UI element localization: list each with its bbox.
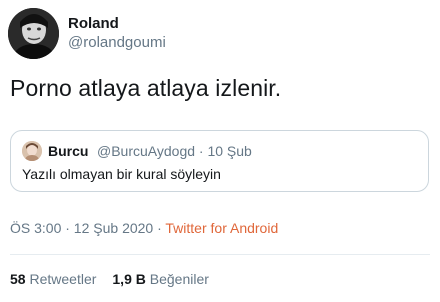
divider (10, 254, 430, 255)
tweet-source-link[interactable]: Twitter for Android (165, 220, 278, 236)
timestamp-date[interactable]: ÖS 3:00 · 12 Şub 2020 · (10, 220, 165, 236)
tweet-stats: 58 Retweetler 1,9 B Beğeniler (10, 270, 209, 288)
quoted-tweet-meta: @BurcuAydogd · 10 Şub (97, 143, 252, 159)
retweets-label: Retweetler (29, 271, 97, 287)
quoted-author-avatar (22, 141, 42, 161)
author-name[interactable]: Roland (68, 15, 119, 33)
quoted-tweet-text: Yazılı olmayan bir kural söyleyin (22, 166, 221, 182)
author-avatar[interactable] (8, 8, 59, 59)
tweet-text: Porno atlaya atlaya izlenir. (10, 75, 282, 101)
user-avatar-icon (8, 8, 59, 59)
tweet-timestamp: ÖS 3:00 · 12 Şub 2020 · Twitter for Andr… (10, 219, 278, 237)
likes-label: Beğeniler (149, 271, 209, 287)
author-handle[interactable]: @rolandgoumi (68, 34, 166, 52)
quoted-tweet-card[interactable]: Burcu @BurcuAydogd · 10 Şub Yazılı olmay… (10, 130, 429, 192)
likes-stat[interactable]: 1,9 B Beğeniler (112, 271, 209, 287)
quoted-author-name: Burcu (48, 143, 89, 159)
user-avatar-icon (22, 141, 42, 161)
retweets-stat[interactable]: 58 Retweetler (10, 271, 96, 287)
retweets-count: 58 (10, 271, 26, 287)
likes-count: 1,9 B (112, 271, 146, 287)
